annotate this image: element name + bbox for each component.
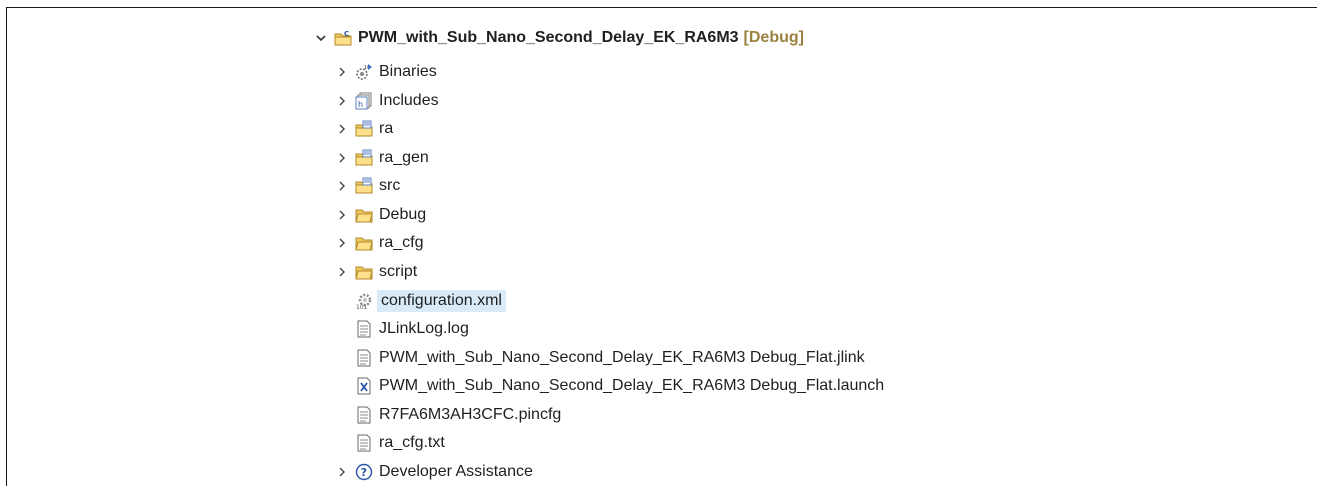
chevron-down-icon[interactable] — [314, 31, 328, 45]
help-icon: ? — [355, 463, 373, 481]
build-config-badge: [Debug] — [743, 29, 804, 46]
tree-item-label: script — [379, 263, 418, 280]
includes-icon: h — [355, 92, 373, 110]
tree-item-ra-cfg-txt[interactable]: ra_cfg.txt — [335, 430, 445, 456]
chevron-right-icon[interactable] — [335, 208, 349, 222]
svg-text:101: 101 — [356, 304, 368, 310]
tree-item-ra-gen[interactable]: ra_gen — [335, 145, 429, 171]
tree-item-label: JLinkLog.log — [379, 320, 469, 337]
folder-icon — [355, 206, 373, 224]
tree-item-jlinklog[interactable]: JLinkLog.log — [335, 316, 469, 342]
tree-item-developer-assistance[interactable]: ? Developer Assistance — [335, 459, 533, 485]
tree-item-label: Developer Assistance — [379, 463, 533, 480]
chevron-right-icon[interactable] — [335, 94, 349, 108]
tree-item-pincfg[interactable]: R7FA6M3AH3CFC.pincfg — [335, 402, 561, 428]
chevron-right-icon[interactable] — [335, 465, 349, 479]
tree-item-ra-cfg[interactable]: ra_cfg — [335, 230, 423, 256]
tree-item-label: ra — [379, 120, 394, 137]
text-file-icon — [355, 320, 373, 338]
tree-item-ra[interactable]: ra — [335, 116, 393, 142]
source-folder-icon — [355, 149, 373, 167]
tree-item-src[interactable]: src — [335, 173, 400, 199]
project-tree: C PWM_with_Sub_Nano_Second_Delay_EK_RA6M… — [7, 8, 1317, 486]
configuration-gear-icon: 101 — [355, 292, 373, 310]
folder-icon — [355, 263, 373, 281]
tree-item-includes[interactable]: h Includes — [335, 88, 439, 114]
svg-text:?: ? — [361, 466, 367, 479]
text-file-icon — [355, 406, 373, 424]
tree-item-label: ra_gen — [379, 149, 429, 166]
tree-item-project[interactable]: C PWM_with_Sub_Nano_Second_Delay_EK_RA6M… — [314, 25, 804, 51]
tree-item-label: configuration.xml — [377, 290, 506, 312]
chevron-right-icon[interactable] — [335, 151, 349, 165]
tree-item-configuration-xml[interactable]: 101 configuration.xml — [335, 288, 506, 314]
project-name: PWM_with_Sub_Nano_Second_Delay_EK_RA6M3 — [358, 29, 739, 46]
svg-text:h: h — [358, 100, 363, 109]
tree-item-label: ra_cfg — [379, 234, 424, 251]
tree-item-label: PWM_with_Sub_Nano_Second_Delay_EK_RA6M3 … — [379, 377, 885, 394]
source-folder-icon — [355, 177, 373, 195]
binaries-icon: 10 — [355, 63, 373, 81]
tree-item-launch-file[interactable]: PWM_with_Sub_Nano_Second_Delay_EK_RA6M3 … — [335, 373, 884, 399]
chevron-right-icon[interactable] — [335, 122, 349, 136]
tree-item-label: src — [379, 177, 401, 194]
tree-item-label: Includes — [379, 92, 439, 109]
chevron-right-icon[interactable] — [335, 236, 349, 250]
folder-icon — [355, 234, 373, 252]
tree-item-binaries[interactable]: 10 Binaries — [335, 59, 437, 85]
tree-item-script[interactable]: script — [335, 259, 417, 285]
text-file-icon — [355, 434, 373, 452]
svg-text:C: C — [344, 30, 349, 38]
launch-file-icon — [355, 377, 373, 395]
chevron-right-icon[interactable] — [335, 265, 349, 279]
tree-item-debug[interactable]: Debug — [335, 202, 426, 228]
chevron-right-icon[interactable] — [335, 65, 349, 79]
text-file-icon — [355, 349, 373, 367]
tree-item-label: PWM_with_Sub_Nano_Second_Delay_EK_RA6M3 … — [379, 349, 865, 366]
tree-item-label: Debug — [379, 206, 427, 223]
tree-item-label: ra_cfg.txt — [379, 434, 445, 451]
chevron-right-icon[interactable] — [335, 179, 349, 193]
tree-item-label: Binaries — [379, 63, 437, 80]
source-folder-icon — [355, 120, 373, 138]
tree-item-label: R7FA6M3AH3CFC.pincfg — [379, 406, 562, 423]
project-explorer-panel: C PWM_with_Sub_Nano_Second_Delay_EK_RA6M… — [6, 7, 1317, 486]
tree-item-jlink-file[interactable]: PWM_with_Sub_Nano_Second_Delay_EK_RA6M3 … — [335, 345, 865, 371]
c-project-folder-icon: C — [334, 29, 352, 47]
